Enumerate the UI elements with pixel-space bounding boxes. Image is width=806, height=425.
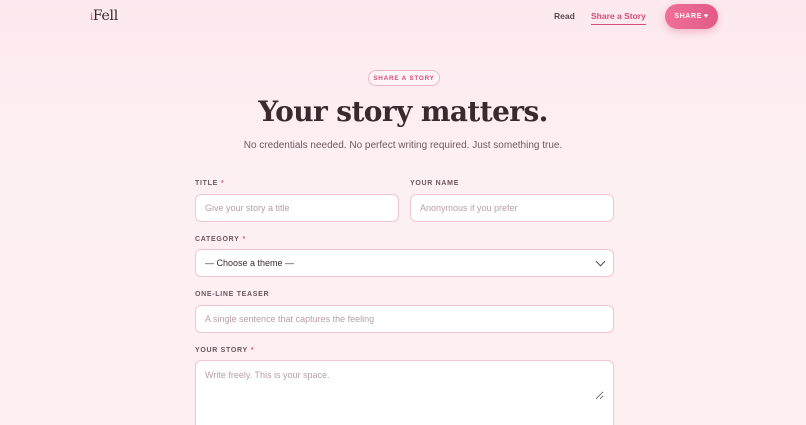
heart-icon: ♥ bbox=[703, 13, 709, 20]
category-selected-value: — Choose a theme — bbox=[205, 258, 295, 268]
title-label: TITLE * bbox=[195, 180, 224, 187]
title-input[interactable] bbox=[205, 203, 389, 213]
name-input[interactable] bbox=[420, 203, 604, 213]
name-label-text: YOUR NAME bbox=[410, 180, 460, 187]
category-label: CATEGORY * bbox=[195, 236, 246, 243]
name-field[interactable] bbox=[410, 194, 614, 222]
page-subtitle: No credentials needed. No perfect writin… bbox=[243, 140, 563, 151]
teaser-label-text: ONE-LINE TEASER bbox=[195, 291, 270, 298]
logo-text: Fell bbox=[92, 8, 118, 24]
nav-link-read[interactable]: Read bbox=[554, 11, 575, 21]
name-label: YOUR NAME bbox=[410, 180, 459, 187]
teaser-input[interactable] bbox=[205, 314, 604, 324]
chevron-down-icon bbox=[595, 256, 606, 266]
page-title: Your story matters. bbox=[258, 95, 548, 128]
story-field[interactable] bbox=[195, 360, 614, 425]
share-button-label: SHARE bbox=[674, 13, 702, 20]
title-label-text: TITLE bbox=[195, 180, 218, 187]
teaser-label: ONE-LINE TEASER bbox=[195, 291, 269, 298]
story-label-text: YOUR STORY bbox=[195, 347, 248, 354]
required-marker: * bbox=[250, 347, 255, 354]
top-navigation: iFell Read Share a Story SHARE ♥ bbox=[0, 0, 806, 34]
required-marker: * bbox=[220, 180, 225, 187]
share-button[interactable]: SHARE ♥ bbox=[665, 4, 718, 29]
required-marker: * bbox=[242, 236, 246, 243]
section-pill: SHARE A STORY bbox=[368, 70, 440, 86]
category-label-text: CATEGORY bbox=[195, 236, 240, 243]
site-logo[interactable]: iFell bbox=[90, 8, 118, 24]
story-textarea[interactable] bbox=[205, 370, 604, 400]
story-label: YOUR STORY * bbox=[195, 347, 254, 354]
teaser-field[interactable] bbox=[195, 305, 614, 333]
title-field[interactable] bbox=[195, 194, 399, 222]
category-select[interactable]: — Choose a theme — bbox=[195, 249, 614, 277]
nav-link-share-a-story[interactable]: Share a Story bbox=[591, 11, 646, 25]
